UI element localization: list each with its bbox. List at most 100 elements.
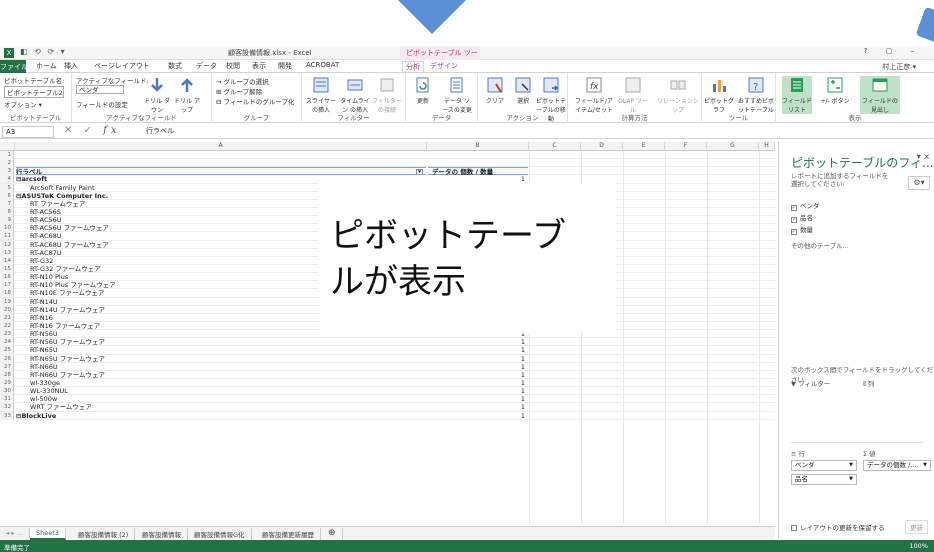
cell-a[interactable]: 行ラベル ▼ [16, 167, 426, 176]
cell-a[interactable]: WRT ファームウェア [16, 403, 426, 411]
add-sheet-button[interactable]: ⊕ [322, 528, 343, 539]
fields-items-button[interactable]: fx フィールド/アイテム/セット [574, 76, 614, 114]
sheet-tab-2[interactable]: 顧客設備情報 (2) [72, 528, 136, 540]
clear-button[interactable]: クリア [480, 76, 510, 105]
cell-b[interactable] [428, 151, 528, 159]
drillup-button[interactable]: ドリル アップ [172, 76, 202, 114]
cell-b[interactable]: 1 [428, 371, 528, 379]
relations-button[interactable]: リレーションシップ [656, 76, 700, 114]
update-button[interactable]: 更新 [905, 520, 928, 534]
col-header-g[interactable]: G [707, 142, 759, 151]
slicer-button[interactable]: スライサー の挿入 [306, 76, 336, 114]
cell-a[interactable]: RT-N56U ファームウェア [16, 338, 426, 346]
row-field-chip-vendor[interactable]: ベンダ ▼ [791, 460, 857, 471]
row-number[interactable]: 33 [0, 411, 14, 420]
tab-design[interactable]: デザイン [430, 61, 458, 71]
refresh-button[interactable]: 更新 [408, 76, 438, 105]
checkbox-icon[interactable]: ✓ [791, 229, 797, 235]
field-headers-button[interactable]: フィールドの見出し [860, 76, 900, 114]
filter-connections-button[interactable]: フィルターの接続 [372, 76, 402, 114]
row-number[interactable]: 26 [0, 354, 14, 363]
sheet-tab-3[interactable]: 顧客設備情報 [136, 528, 188, 540]
change-source-button[interactable]: データ ソースの変更 [442, 76, 472, 114]
value-field-chip[interactable]: データの個数 /... ▼ [863, 460, 931, 471]
row-number[interactable]: 17 [0, 281, 14, 290]
row-number[interactable]: 27 [0, 362, 14, 371]
row-number[interactable]: 4 [0, 175, 14, 184]
filter-dropdown-icon[interactable]: ▼ [416, 169, 423, 175]
cell-a[interactable]: wl-330ge [16, 379, 426, 387]
field-checkbox-product[interactable]: ✓ 品名 [791, 212, 813, 223]
cell-b[interactable]: 1 [428, 379, 528, 387]
row-number[interactable]: 15 [0, 264, 14, 273]
name-box[interactable]: A3 [2, 126, 54, 138]
row-number[interactable]: 22 [0, 321, 14, 330]
options-button[interactable]: オプション ▾ [4, 99, 42, 109]
row-number[interactable]: 1 [0, 151, 14, 159]
row-number[interactable]: 29 [0, 378, 14, 387]
row-number[interactable]: 11 [0, 232, 14, 241]
more-tables-link[interactable]: その他のテーブル... [791, 240, 849, 250]
cell-a[interactable]: WL-330NUL [16, 387, 426, 395]
tab-data[interactable]: データ [196, 61, 217, 71]
col-header-a[interactable]: A [15, 142, 427, 151]
group-selection-button[interactable]: → グループの選択 [216, 76, 269, 86]
zoom-level[interactable]: 100% [909, 542, 928, 550]
timeline-button[interactable]: タイムライン の挿入 [340, 76, 370, 114]
select-all-corner[interactable] [0, 142, 15, 151]
active-field-input[interactable]: ベンダ [76, 85, 124, 94]
field-checkbox-vendor[interactable]: ✓ ベンダ [791, 200, 820, 211]
tab-analyze[interactable]: 分析 [402, 61, 424, 72]
drilldown-button[interactable]: ドリル ダウン [142, 76, 172, 114]
tab-insert[interactable]: 挿入 [64, 61, 78, 71]
tab-view[interactable]: 表示 [252, 61, 266, 71]
cell-b[interactable]: 1 [428, 355, 528, 363]
window-controls[interactable]: ? ▢ – [864, 47, 922, 55]
gear-icon[interactable]: ⚙▾ [908, 176, 930, 190]
col-header-c[interactable]: C [529, 142, 581, 151]
tab-developer[interactable]: 開発 [278, 61, 292, 71]
user-name[interactable]: 村上正彦 ▾ [882, 62, 916, 72]
tab-file[interactable]: ファイル [0, 60, 28, 73]
fx-button-icon[interactable]: fx [103, 125, 120, 136]
row-number[interactable]: 12 [0, 240, 14, 249]
pivot-name-input[interactable]: ピボットテーブル2 [4, 86, 64, 98]
chevron-down-icon[interactable]: ▼ [849, 475, 853, 484]
cell-a[interactable] [16, 151, 426, 159]
row-number[interactable]: 28 [0, 370, 14, 379]
row-field-chip-product[interactable]: 品名 ▼ [791, 474, 857, 485]
chevron-down-icon[interactable]: ▼ [849, 461, 853, 470]
row-number[interactable]: 7 [0, 199, 14, 208]
row-number[interactable]: 2 [0, 159, 14, 168]
row-number[interactable]: 18 [0, 289, 14, 298]
col-header-b[interactable]: B [427, 142, 529, 151]
cell-a[interactable] [16, 159, 426, 167]
quick-access-toolbar[interactable]: ◧ ⟲ ⟳ ▾ [20, 47, 67, 56]
row-number[interactable]: 3 [0, 167, 14, 176]
checkbox-icon[interactable]: ✓ [791, 205, 797, 211]
row-number[interactable]: 30 [0, 387, 14, 396]
cell-b[interactable]: 1 [428, 395, 528, 403]
cell-b[interactable]: 1 [428, 412, 528, 420]
cell-b[interactable]: 1 [428, 346, 528, 354]
row-number[interactable]: 9 [0, 216, 14, 225]
cell-b[interactable]: 1 [428, 403, 528, 411]
tab-acrobat[interactable]: ACROBAT [306, 61, 339, 69]
checkbox-icon[interactable] [791, 525, 797, 531]
cell-b[interactable]: データの 個数 / 数量 [428, 167, 528, 176]
row-number[interactable]: 31 [0, 395, 14, 404]
col-header-e[interactable]: E [623, 142, 665, 151]
cell-b[interactable]: 1 [428, 363, 528, 371]
sheet-tab-4[interactable]: 顧客設備情報G化 [188, 528, 252, 540]
cell-b[interactable]: 1 [428, 338, 528, 346]
select-button[interactable]: 選択 [508, 76, 538, 105]
row-number[interactable]: 13 [0, 248, 14, 257]
col-header-h[interactable]: H [759, 142, 775, 151]
cell-b[interactable] [428, 159, 528, 167]
row-number[interactable]: 16 [0, 273, 14, 282]
row-number[interactable]: 14 [0, 256, 14, 265]
group-field-button[interactable]: ⊟ フィールドのグループ化 [216, 96, 295, 106]
chevron-down-icon[interactable]: ▼ [923, 461, 927, 470]
cell-a[interactable]: RT-N65U ファームウェア [16, 355, 426, 363]
formula-input[interactable]: 行ラベル [146, 126, 174, 136]
